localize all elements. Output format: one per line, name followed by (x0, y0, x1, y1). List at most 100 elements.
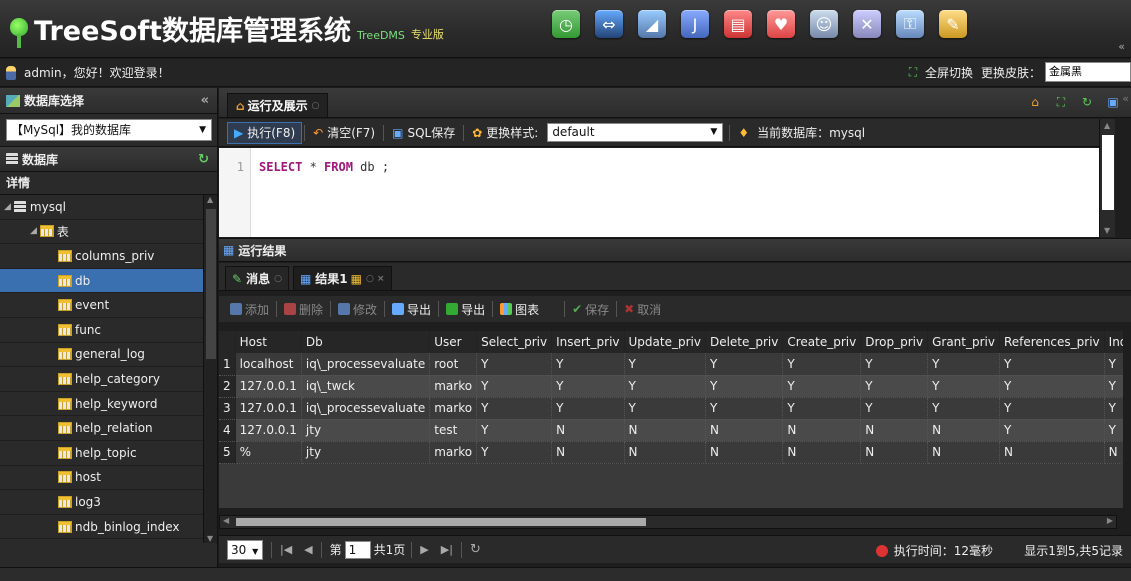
table-cell[interactable]: Y (860, 375, 929, 398)
reload-icon[interactable]: ↻ (470, 542, 481, 557)
first-page-icon[interactable]: |◀ (280, 543, 292, 556)
table-cell[interactable]: N (860, 419, 929, 442)
table-cell[interactable]: Y (705, 353, 784, 376)
tree-table-item[interactable]: help_topic (0, 441, 217, 466)
table-cell[interactable]: % (235, 441, 302, 464)
table-cell[interactable]: iq\_twck (301, 375, 431, 398)
table-cell[interactable]: 127.0.0.1 (235, 375, 302, 398)
table-cell[interactable]: N (999, 441, 1105, 464)
table-cell[interactable]: Y (860, 353, 929, 376)
table-cell[interactable]: Y (476, 375, 553, 398)
table-cell[interactable]: Y (551, 397, 625, 420)
edit-row-button[interactable]: 修改 (333, 301, 382, 318)
table-cell[interactable]: Y (927, 397, 1000, 420)
home-icon[interactable]: ⌂ (1027, 94, 1043, 110)
table-cell[interactable]: Y (999, 375, 1105, 398)
table-cell[interactable]: N (705, 441, 784, 464)
tree-node-tables[interactable]: ◢ 表 (0, 220, 217, 245)
table-cell[interactable]: 127.0.0.1 (235, 419, 302, 442)
column-header[interactable]: References_priv (999, 331, 1105, 353)
chart-icon[interactable]: ◢ (638, 10, 666, 38)
add-row-button[interactable]: 添加 (225, 301, 274, 318)
tree-table-item[interactable]: help_category (0, 367, 217, 392)
table-cell[interactable]: N (927, 419, 1000, 442)
tools-icon[interactable]: ✕ (853, 10, 881, 38)
style-select[interactable]: default ▼ (547, 123, 724, 142)
page-size-select[interactable]: 30 ▼ (227, 539, 263, 560)
key-icon[interactable]: ⚿ (896, 10, 924, 38)
scroll-down-icon[interactable]: ▼ (1104, 226, 1110, 235)
table-cell[interactable]: N (782, 441, 862, 464)
database-dropdown[interactable]: 【MySql】我的数据库 ▼ (6, 119, 212, 141)
scroll-down-icon[interactable]: ▼ (207, 534, 213, 543)
column-header[interactable]: Inde (1104, 331, 1123, 353)
next-page-icon[interactable]: ▶ (420, 543, 428, 556)
save-grid-button[interactable]: ✔ 保存 (567, 301, 614, 318)
table-cell[interactable]: marko (429, 375, 478, 398)
table-cell[interactable]: marko (429, 441, 478, 464)
clear-button[interactable]: ↶ 清空(F7) (307, 122, 381, 144)
table-cell[interactable]: N (705, 419, 784, 442)
table-cell[interactable]: Y (782, 397, 862, 420)
table-cell[interactable]: iq\_processevaluate (301, 397, 431, 420)
fullscreen-toggle[interactable]: 全屏切换 (925, 64, 973, 81)
prev-page-icon[interactable]: ◀ (304, 543, 312, 556)
editor-scrollbar[interactable]: ▲ ▼ (1099, 119, 1115, 237)
table-row[interactable]: 3 127.0.0.1 iq\_processevaluate marko Y Y Y Y Y Y… (219, 397, 1123, 420)
tree-table-item[interactable]: plugin (0, 539, 217, 543)
table-cell[interactable]: N (551, 419, 625, 442)
table-cell[interactable]: Y (782, 375, 862, 398)
delete-row-button[interactable]: 删除 (279, 301, 328, 318)
log-icon[interactable]: ▤ (724, 10, 752, 38)
tab-result-1[interactable]: ▦ 结果1 ▦ ○ × (292, 266, 392, 290)
tree-table-item[interactable]: event (0, 293, 217, 318)
table-cell[interactable]: Y (705, 397, 784, 420)
fullscreen-icon[interactable]: ⛶ (1053, 94, 1069, 110)
skin-select[interactable]: 金属黑 (1045, 62, 1131, 82)
tree-table-item[interactable]: columns_priv (0, 244, 217, 269)
table-cell[interactable]: Y (476, 441, 553, 464)
table-cell[interactable]: jty (301, 441, 431, 464)
tree-table-item[interactable]: general_log (0, 343, 217, 368)
table-cell[interactable]: N (1104, 441, 1123, 464)
table-row[interactable]: 1 localhost iq\_processevaluate root Y Y Y Y Y Y Y… (219, 353, 1123, 376)
table-cell[interactable]: Y (476, 353, 553, 376)
export-excel-button[interactable]: 导出 (441, 301, 490, 318)
scroll-thumb[interactable] (1102, 135, 1114, 210)
transfer-icon[interactable]: ⇔ (595, 10, 623, 38)
last-page-icon[interactable]: ▶| (441, 543, 453, 556)
column-header[interactable]: User (429, 331, 478, 353)
collapse-left-icon[interactable]: « (201, 93, 209, 108)
column-header[interactable]: Delete_priv (705, 331, 784, 353)
tree-scrollbar[interactable]: ▲ ▼ (203, 195, 217, 543)
table-cell[interactable]: Y (476, 419, 553, 442)
tab-close-icon[interactable]: ○ (274, 274, 282, 284)
expand-caret-icon[interactable]: ◢ (30, 226, 37, 236)
column-header[interactable]: Host (235, 331, 302, 353)
tree-table-item[interactable]: log3 (0, 490, 217, 515)
table-cell[interactable]: Y (551, 375, 625, 398)
table-cell[interactable]: N (782, 419, 862, 442)
table-cell[interactable]: Y (1104, 419, 1123, 442)
refresh-icon[interactable]: ↻ (198, 152, 209, 167)
table-cell[interactable]: iq\_processevaluate (301, 353, 431, 376)
table-cell[interactable]: Y (476, 397, 553, 420)
table-row[interactable]: 2 127.0.0.1 iq\_twck marko Y Y Y Y Y Y Y Y Y (219, 375, 1123, 398)
refresh-icon[interactable]: ↻ (1079, 94, 1095, 110)
heart-icon[interactable]: ♥ (767, 10, 795, 38)
table-cell[interactable]: N (860, 441, 929, 464)
tab-messages[interactable]: ✎ 消息 ○ (225, 266, 289, 290)
chart-button[interactable]: 图表 (495, 301, 544, 318)
table-cell[interactable]: Y (624, 375, 706, 398)
tree-table-item[interactable]: db (0, 268, 217, 294)
table-cell[interactable]: Y (927, 375, 1000, 398)
grid-horizontal-scrollbar[interactable]: ◀ ▶ (219, 515, 1117, 529)
tree-table-item[interactable]: func (0, 318, 217, 343)
column-header[interactable]: Create_priv (782, 331, 862, 353)
table-cell[interactable]: Y (782, 353, 862, 376)
scroll-thumb[interactable] (206, 209, 216, 359)
column-header[interactable]: Grant_priv (927, 331, 1000, 353)
tree-table-item[interactable]: host (0, 466, 217, 491)
table-cell[interactable]: Y (551, 353, 625, 376)
table-cell[interactable]: Y (624, 397, 706, 420)
